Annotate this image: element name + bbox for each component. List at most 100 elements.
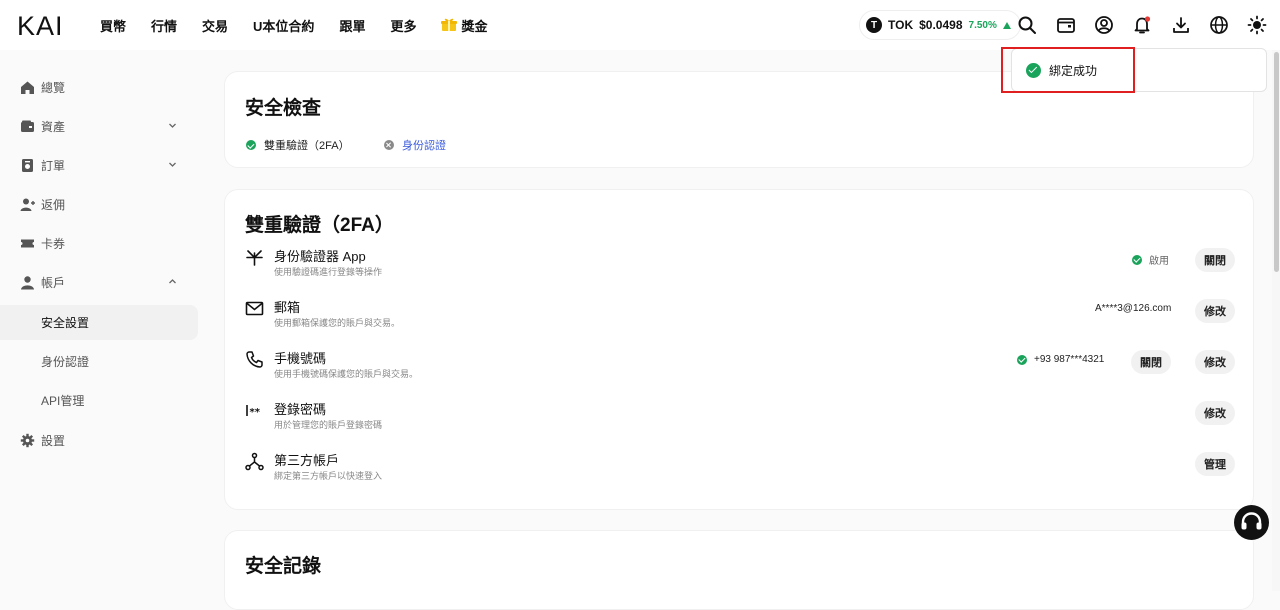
chevron-down-icon bbox=[169, 162, 176, 167]
third-party-account-row: 第三方帳戶 綁定第三方帳戶以快速登入 管理 bbox=[245, 450, 1235, 494]
sidebar-item-label: 訂單 bbox=[41, 159, 66, 173]
nav-copy-trading[interactable]: 跟單 bbox=[339, 16, 365, 35]
phone-status: +93 987***4321 bbox=[1017, 354, 1104, 365]
arrow-up-icon bbox=[1002, 21, 1011, 29]
svg-text:KAI: KAI bbox=[17, 12, 64, 38]
nav-rewards[interactable]: 獎金 bbox=[441, 16, 487, 35]
two-factor-title: 雙重驗證（2FA） bbox=[245, 215, 394, 236]
close-circle-icon bbox=[384, 140, 394, 150]
check-item-2fa: 雙重驗證（2FA） bbox=[246, 137, 350, 153]
ticker-symbol: TOK bbox=[888, 18, 914, 32]
notification-bell-icon[interactable] bbox=[1132, 15, 1152, 35]
user-icon bbox=[21, 276, 34, 290]
theme-sun-icon[interactable] bbox=[1247, 15, 1267, 35]
phone-number: +93 987***4321 bbox=[1034, 354, 1105, 365]
sidebar-item-identity-verification[interactable]: 身份認證 bbox=[0, 344, 198, 379]
nav-markets[interactable]: 行情 bbox=[151, 16, 177, 35]
row-description: 用於管理您的賬戶登錄密碼 bbox=[274, 420, 383, 430]
svg-text:**: ** bbox=[250, 407, 261, 418]
gift-icon bbox=[441, 18, 458, 31]
authenticator-app-row: 身份驗證器 App 使用驗證碼進行登錄等操作 啟用 關閉 bbox=[245, 246, 1235, 290]
sidebar-item-referral[interactable]: 返佣 bbox=[0, 187, 198, 222]
check-item-identity[interactable]: 身份認證 bbox=[384, 137, 446, 153]
sidebar-item-label: 帳戶 bbox=[41, 276, 66, 290]
sidebar-item-label: 安全設置 bbox=[41, 316, 90, 330]
check-item-label: 身份認證 bbox=[402, 140, 446, 152]
disable-phone-button[interactable]: 關閉 bbox=[1131, 350, 1171, 374]
change-phone-button[interactable]: 修改 bbox=[1195, 350, 1235, 374]
ticket-icon bbox=[21, 239, 34, 248]
sidebar-item-overview[interactable]: 總覽 bbox=[0, 70, 198, 105]
kai-logo[interactable]: KAI bbox=[17, 12, 75, 38]
chevron-up-icon bbox=[169, 279, 176, 284]
sidebar-item-label: 身份認證 bbox=[41, 355, 90, 369]
two-factor-card: 雙重驗證（2FA） 身份驗證器 App 使用驗證碼進行登錄等操作 啟用 關閉 郵… bbox=[224, 189, 1254, 510]
user-profile-icon[interactable] bbox=[1094, 15, 1114, 35]
main-nav: 買幣 行情 交易 U本位合約 跟單 更多 獎金 bbox=[100, 0, 512, 50]
row-title: 身份驗證器 App bbox=[274, 249, 366, 264]
check-circle-icon bbox=[246, 140, 256, 150]
referral-icon bbox=[20, 198, 35, 211]
scrollbar-thumb[interactable] bbox=[1274, 52, 1279, 272]
disable-authenticator-button[interactable]: 關閉 bbox=[1195, 248, 1235, 272]
sidebar-item-label: 設置 bbox=[41, 434, 66, 448]
customer-support-button[interactable] bbox=[1234, 505, 1269, 540]
sidebar-item-assets[interactable]: 資產 bbox=[0, 109, 198, 144]
security-log-title: 安全記錄 bbox=[245, 556, 322, 577]
token-ticker[interactable]: T TOK $0.0498 7.50% bbox=[859, 10, 1021, 40]
login-password-row: ** 登錄密碼 用於管理您的賬戶登錄密碼 修改 bbox=[245, 399, 1235, 443]
annotation-highlight-box bbox=[1001, 47, 1135, 93]
ticker-price: $0.0498 bbox=[919, 18, 963, 32]
sidebar-item-api-management[interactable]: API管理 bbox=[0, 383, 198, 418]
security-log-card: 安全記錄 bbox=[224, 530, 1254, 610]
connections-icon bbox=[245, 452, 264, 471]
check-circle-icon bbox=[1132, 254, 1142, 265]
sidebar-item-account[interactable]: 帳戶 bbox=[0, 265, 198, 300]
row-title: 登錄密碼 bbox=[274, 402, 327, 417]
top-navigation-bar: KAI 買幣 行情 交易 U本位合約 跟單 更多 獎金 T TOK $0.049… bbox=[0, 0, 1280, 50]
sidebar-item-label: 返佣 bbox=[41, 198, 66, 212]
chevron-down-icon bbox=[169, 123, 176, 128]
sidebar-item-label: 總覽 bbox=[41, 81, 66, 95]
check-item-label: 雙重驗證（2FA） bbox=[264, 140, 350, 152]
nav-trade[interactable]: 交易 bbox=[202, 16, 228, 35]
phone-row: 手機號碼 使用手機號碼保護您的賬戶與交易。 +93 987***4321 關閉 … bbox=[245, 348, 1235, 392]
language-globe-icon[interactable] bbox=[1209, 15, 1229, 35]
change-password-button[interactable]: 修改 bbox=[1195, 401, 1235, 425]
nav-more[interactable]: 更多 bbox=[390, 16, 416, 35]
sidebar-item-coupons[interactable]: 卡券 bbox=[0, 226, 198, 261]
sidebar-item-settings[interactable]: 設置 bbox=[0, 423, 198, 458]
status-text: 啟用 bbox=[1149, 256, 1169, 267]
gear-icon bbox=[20, 433, 35, 448]
row-description: 使用驗證碼進行登錄等操作 bbox=[274, 267, 383, 277]
order-icon bbox=[22, 159, 33, 172]
ticker-change: 7.50% bbox=[968, 19, 997, 31]
change-email-button[interactable]: 修改 bbox=[1195, 299, 1235, 323]
sidebar: 總覽 資產 訂單 返佣 卡券 帳戶 安全設置 身份認證 API管理 設置 bbox=[0, 50, 210, 591]
email-row: 郵箱 使用郵箱保護您的賬戶與交易。 A****3@126.com 修改 bbox=[245, 297, 1235, 341]
manage-third-party-button[interactable]: 管理 bbox=[1195, 452, 1235, 476]
authenticator-icon bbox=[246, 250, 263, 266]
mail-icon bbox=[245, 301, 264, 316]
page-scrollbar[interactable] bbox=[1272, 50, 1280, 591]
wallet-icon[interactable] bbox=[1056, 15, 1076, 35]
phone-icon bbox=[246, 351, 263, 368]
home-icon bbox=[21, 81, 34, 94]
nav-buy-crypto[interactable]: 買幣 bbox=[100, 16, 126, 35]
wallet-icon bbox=[21, 120, 34, 132]
sidebar-item-security-settings[interactable]: 安全設置 bbox=[0, 305, 198, 340]
sidebar-item-label: 資產 bbox=[41, 120, 66, 134]
row-description: 使用手機號碼保護您的賬戶與交易。 bbox=[274, 369, 419, 379]
nav-rewards-label: 獎金 bbox=[461, 18, 488, 34]
nav-usdt-futures[interactable]: U本位合約 bbox=[253, 16, 314, 35]
row-description: 使用郵箱保護您的賬戶與交易。 bbox=[274, 318, 401, 328]
password-icon: ** bbox=[246, 405, 261, 418]
sidebar-item-label: API管理 bbox=[41, 394, 85, 408]
check-circle-icon bbox=[1017, 354, 1027, 365]
download-icon[interactable] bbox=[1171, 15, 1191, 35]
authenticator-status: 啟用 bbox=[1132, 252, 1169, 267]
search-icon[interactable] bbox=[1017, 15, 1037, 35]
sidebar-item-orders[interactable]: 訂單 bbox=[0, 148, 198, 183]
tok-coin-icon: T bbox=[866, 17, 882, 33]
row-title: 第三方帳戶 bbox=[274, 453, 340, 468]
